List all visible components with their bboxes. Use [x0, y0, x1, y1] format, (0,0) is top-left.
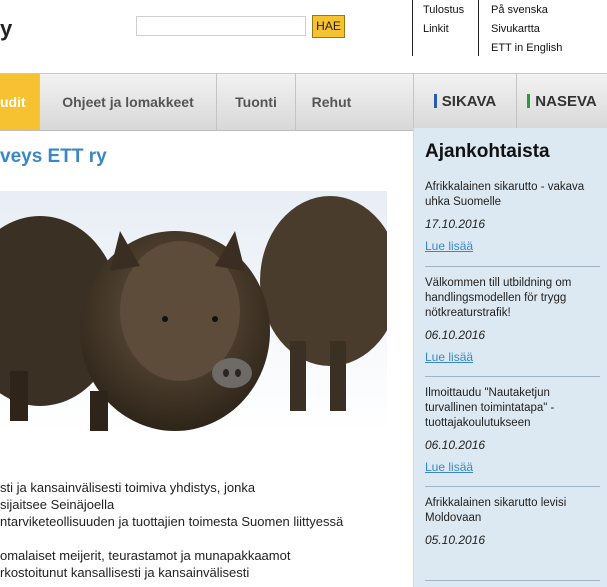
news-date: 06.10.2016	[425, 438, 486, 452]
intro-line: omalaiset meijerit, teurastamot ja munap…	[0, 548, 291, 563]
wild-boar-photo	[0, 191, 387, 431]
print-link[interactable]: Tulostus	[413, 1, 477, 20]
news-item: Afrikkalainen sikarutto levisi Moldovaan…	[425, 496, 600, 547]
english-link[interactable]: ETT in English	[479, 39, 607, 58]
intro-line: rkostoitunut kansallisesti ja kansainväl…	[0, 565, 250, 580]
news-date: 05.10.2016	[425, 533, 486, 547]
search-button[interactable]: HAE	[312, 15, 345, 38]
intro-line: sti ja kansainvälisesti toimiva yhdistys…	[0, 480, 256, 495]
page-title: veys ETT ry	[0, 146, 107, 167]
read-more-link[interactable]: Lue lisää	[425, 460, 473, 474]
news-item: Afrikkalainen sikarutto - vakava uhka Su…	[425, 180, 600, 255]
sikava-label: SIKAVA	[441, 93, 497, 110]
sikava-link[interactable]: SIKAVA	[413, 74, 516, 130]
read-more-link[interactable]: Lue lisää	[425, 239, 473, 253]
intro-line	[0, 530, 405, 547]
intro-line: ntarviketeollisuuden ja tuottajien toime…	[0, 514, 344, 529]
naseva-label: NASEVA	[535, 93, 597, 110]
utility-links-primary: Tulostus Linkit	[412, 0, 477, 56]
utility-links-language: På svenska Sivukartta ETT in English	[478, 0, 607, 56]
news-item: Ilmoittaudu "Nautaketjun turvallinen toi…	[425, 386, 600, 476]
naseva-mark-icon	[527, 94, 531, 108]
news-title[interactable]: Välkommen till utbildning om handlingsmo…	[425, 276, 600, 321]
links-link[interactable]: Linkit	[413, 20, 477, 39]
news-divider	[425, 486, 600, 487]
sitemap-link[interactable]: Sivukartta	[479, 20, 607, 39]
news-date: 17.10.2016	[425, 217, 486, 231]
nav-item-active[interactable]: udit	[0, 74, 40, 130]
news-sidebar: Ajankohtaista Afrikkalainen sikarutto - …	[413, 128, 607, 587]
news-divider	[425, 266, 600, 267]
intro-text: sti ja kansainvälisesti toimiva yhdistys…	[0, 479, 405, 581]
main-nav: udit Ohjeet ja lomakkeet Tuonti Rehut SI…	[0, 73, 607, 131]
swedish-link[interactable]: På svenska	[479, 1, 607, 20]
nav-item-instructions[interactable]: Ohjeet ja lomakkeet	[40, 74, 217, 130]
news-date: 06.10.2016	[425, 328, 486, 342]
news-divider	[425, 376, 600, 377]
news-title[interactable]: Afrikkalainen sikarutto - vakava uhka Su…	[425, 180, 600, 210]
read-more-link[interactable]: Lue lisää	[425, 350, 473, 364]
nav-item-import[interactable]: Tuonti	[217, 74, 296, 130]
news-title[interactable]: Ilmoittaudu "Nautaketjun turvallinen toi…	[425, 386, 600, 431]
sikava-mark-icon	[433, 94, 437, 108]
news-title[interactable]: Afrikkalainen sikarutto levisi Moldovaan	[425, 496, 600, 526]
naseva-link[interactable]: NASEVA	[516, 74, 607, 130]
nav-item-feeds[interactable]: Rehut	[296, 74, 367, 130]
news-heading: Ajankohtaista	[425, 141, 550, 162]
intro-line: sijaitsee Seinäjoella	[0, 497, 115, 512]
news-divider	[425, 580, 600, 581]
search-input[interactable]	[136, 16, 306, 36]
news-item: Välkommen till utbildning om handlingsmo…	[425, 276, 600, 366]
site-logo[interactable]: y	[0, 16, 12, 42]
